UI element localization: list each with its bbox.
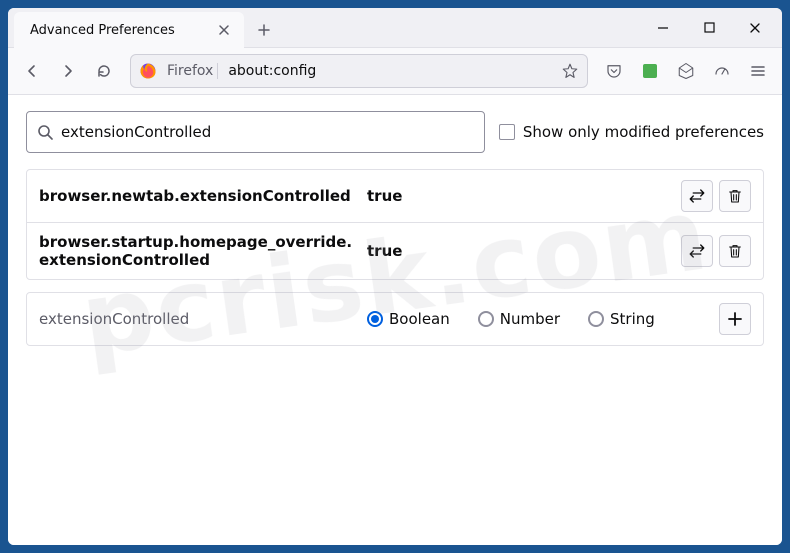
tab-active[interactable]: Advanced Preferences	[14, 12, 244, 48]
reload-button[interactable]	[88, 55, 120, 87]
speed-icon[interactable]	[706, 55, 738, 87]
show-modified-label: Show only modified preferences	[523, 123, 764, 141]
pref-list: browser.newtab.extensionControlled true …	[26, 169, 764, 280]
checkbox-icon	[499, 124, 515, 140]
maximize-button[interactable]	[686, 8, 732, 48]
radio-icon	[478, 311, 494, 327]
pref-name: browser.startup.homepage_override.extens…	[39, 233, 359, 269]
new-pref-name: extensionControlled	[39, 310, 359, 328]
toggle-button[interactable]	[681, 235, 713, 267]
browser-window: Advanced Preferences Firefox about:confi…	[8, 8, 782, 545]
pref-value: true	[367, 242, 673, 260]
pref-name: browser.newtab.extensionControlled	[39, 187, 359, 205]
url-text: about:config	[228, 63, 555, 79]
new-pref-row: extensionControlled Boolean Number Strin…	[26, 292, 764, 346]
mail-icon[interactable]	[670, 55, 702, 87]
extension-icon[interactable]	[634, 55, 666, 87]
close-window-button[interactable]	[732, 8, 778, 48]
back-button[interactable]	[16, 55, 48, 87]
url-bar[interactable]: Firefox about:config	[130, 54, 588, 88]
pref-row: browser.newtab.extensionControlled true	[27, 170, 763, 223]
radio-number[interactable]: Number	[478, 310, 560, 328]
firefox-icon	[139, 62, 157, 80]
tab-title: Advanced Preferences	[30, 23, 206, 38]
pref-value: true	[367, 187, 673, 205]
close-icon[interactable]	[216, 22, 232, 38]
window-controls	[640, 8, 782, 47]
pref-row: browser.startup.homepage_override.extens…	[27, 223, 763, 279]
radio-icon	[367, 311, 383, 327]
search-box[interactable]	[26, 111, 485, 153]
radio-string[interactable]: String	[588, 310, 655, 328]
toolbar: Firefox about:config	[8, 48, 782, 95]
new-tab-button[interactable]	[250, 16, 278, 44]
search-icon	[37, 124, 53, 140]
search-input[interactable]	[61, 123, 474, 141]
delete-button[interactable]	[719, 180, 751, 212]
pocket-icon[interactable]	[598, 55, 630, 87]
forward-button[interactable]	[52, 55, 84, 87]
bookmark-icon[interactable]	[561, 62, 579, 80]
radio-boolean[interactable]: Boolean	[367, 310, 450, 328]
add-button[interactable]	[719, 303, 751, 335]
delete-button[interactable]	[719, 235, 751, 267]
minimize-button[interactable]	[640, 8, 686, 48]
radio-icon	[588, 311, 604, 327]
url-prefix: Firefox	[163, 63, 218, 79]
type-radio-group: Boolean Number String	[367, 310, 711, 328]
show-modified-checkbox[interactable]: Show only modified preferences	[499, 123, 764, 141]
menu-icon[interactable]	[742, 55, 774, 87]
titlebar: Advanced Preferences	[8, 8, 782, 48]
toggle-button[interactable]	[681, 180, 713, 212]
content-area: Show only modified preferences browser.n…	[8, 95, 782, 545]
